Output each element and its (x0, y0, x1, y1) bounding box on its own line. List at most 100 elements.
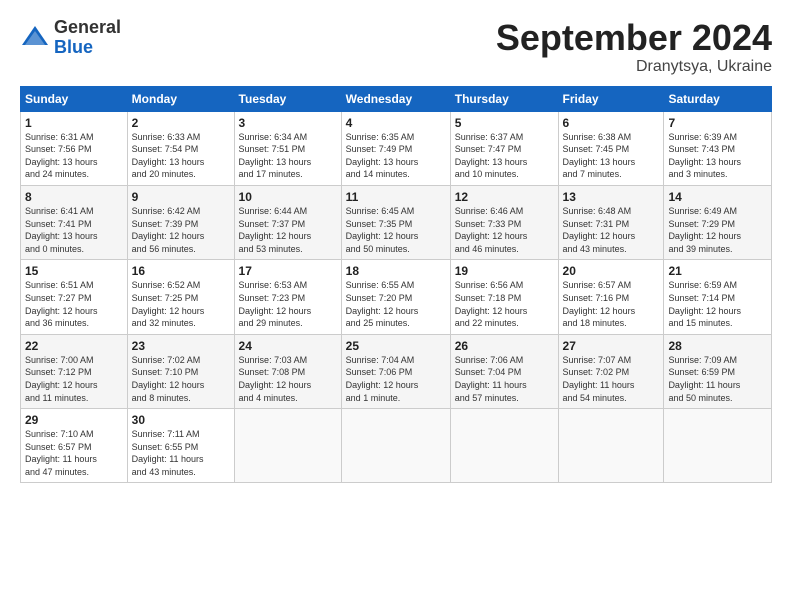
day-number: 24 (239, 339, 337, 353)
day-number: 3 (239, 116, 337, 130)
calendar-cell: 2Sunrise: 6:33 AMSunset: 7:54 PMDaylight… (127, 111, 234, 185)
day-number: 14 (668, 190, 767, 204)
day-info: Sunrise: 7:06 AMSunset: 7:04 PMDaylight:… (455, 354, 554, 404)
calendar-table: Sunday Monday Tuesday Wednesday Thursday… (20, 86, 772, 484)
day-info: Sunrise: 6:34 AMSunset: 7:51 PMDaylight:… (239, 131, 337, 181)
day-info: Sunrise: 6:55 AMSunset: 7:20 PMDaylight:… (346, 279, 446, 329)
day-number: 13 (563, 190, 660, 204)
day-number: 30 (132, 413, 230, 427)
day-number: 5 (455, 116, 554, 130)
calendar-cell: 7Sunrise: 6:39 AMSunset: 7:43 PMDaylight… (664, 111, 772, 185)
calendar-cell: 14Sunrise: 6:49 AMSunset: 7:29 PMDayligh… (664, 185, 772, 259)
calendar-header-row: Sunday Monday Tuesday Wednesday Thursday… (21, 86, 772, 111)
day-info: Sunrise: 7:07 AMSunset: 7:02 PMDaylight:… (563, 354, 660, 404)
calendar-cell: 10Sunrise: 6:44 AMSunset: 7:37 PMDayligh… (234, 185, 341, 259)
calendar-cell: 21Sunrise: 6:59 AMSunset: 7:14 PMDayligh… (664, 260, 772, 334)
day-info: Sunrise: 6:49 AMSunset: 7:29 PMDaylight:… (668, 205, 767, 255)
day-number: 11 (346, 190, 446, 204)
day-info: Sunrise: 6:44 AMSunset: 7:37 PMDaylight:… (239, 205, 337, 255)
day-number: 25 (346, 339, 446, 353)
day-number: 4 (346, 116, 446, 130)
col-thursday: Thursday (450, 86, 558, 111)
calendar-cell: 20Sunrise: 6:57 AMSunset: 7:16 PMDayligh… (558, 260, 664, 334)
day-number: 8 (25, 190, 123, 204)
col-tuesday: Tuesday (234, 86, 341, 111)
day-number: 26 (455, 339, 554, 353)
header: General Blue September 2024 Dranytsya, U… (20, 18, 772, 76)
calendar-cell: 23Sunrise: 7:02 AMSunset: 7:10 PMDayligh… (127, 334, 234, 408)
day-number: 28 (668, 339, 767, 353)
day-info: Sunrise: 6:48 AMSunset: 7:31 PMDaylight:… (563, 205, 660, 255)
calendar-cell (558, 409, 664, 483)
logo-icon (20, 23, 50, 53)
day-info: Sunrise: 7:00 AMSunset: 7:12 PMDaylight:… (25, 354, 123, 404)
calendar-cell: 8Sunrise: 6:41 AMSunset: 7:41 PMDaylight… (21, 185, 128, 259)
day-info: Sunrise: 6:53 AMSunset: 7:23 PMDaylight:… (239, 279, 337, 329)
calendar-cell (664, 409, 772, 483)
day-info: Sunrise: 6:41 AMSunset: 7:41 PMDaylight:… (25, 205, 123, 255)
day-number: 10 (239, 190, 337, 204)
month-title: September 2024 (496, 18, 772, 58)
day-info: Sunrise: 7:11 AMSunset: 6:55 PMDaylight:… (132, 428, 230, 478)
day-number: 12 (455, 190, 554, 204)
day-number: 27 (563, 339, 660, 353)
day-info: Sunrise: 6:39 AMSunset: 7:43 PMDaylight:… (668, 131, 767, 181)
logo-general: General (54, 17, 121, 37)
calendar-cell: 9Sunrise: 6:42 AMSunset: 7:39 PMDaylight… (127, 185, 234, 259)
calendar-cell: 5Sunrise: 6:37 AMSunset: 7:47 PMDaylight… (450, 111, 558, 185)
logo: General Blue (20, 18, 121, 58)
title-block: September 2024 Dranytsya, Ukraine (496, 18, 772, 76)
day-number: 6 (563, 116, 660, 130)
day-number: 15 (25, 264, 123, 278)
day-info: Sunrise: 6:33 AMSunset: 7:54 PMDaylight:… (132, 131, 230, 181)
calendar-cell (450, 409, 558, 483)
calendar-cell: 30Sunrise: 7:11 AMSunset: 6:55 PMDayligh… (127, 409, 234, 483)
col-saturday: Saturday (664, 86, 772, 111)
day-info: Sunrise: 6:57 AMSunset: 7:16 PMDaylight:… (563, 279, 660, 329)
calendar-cell (234, 409, 341, 483)
calendar-cell: 1Sunrise: 6:31 AMSunset: 7:56 PMDaylight… (21, 111, 128, 185)
calendar-cell: 11Sunrise: 6:45 AMSunset: 7:35 PMDayligh… (341, 185, 450, 259)
day-number: 20 (563, 264, 660, 278)
calendar-cell: 28Sunrise: 7:09 AMSunset: 6:59 PMDayligh… (664, 334, 772, 408)
day-info: Sunrise: 6:45 AMSunset: 7:35 PMDaylight:… (346, 205, 446, 255)
day-info: Sunrise: 6:52 AMSunset: 7:25 PMDaylight:… (132, 279, 230, 329)
calendar-cell: 6Sunrise: 6:38 AMSunset: 7:45 PMDaylight… (558, 111, 664, 185)
day-number: 9 (132, 190, 230, 204)
calendar-week-row-1: 1Sunrise: 6:31 AMSunset: 7:56 PMDaylight… (21, 111, 772, 185)
calendar-cell: 12Sunrise: 6:46 AMSunset: 7:33 PMDayligh… (450, 185, 558, 259)
day-number: 23 (132, 339, 230, 353)
calendar-cell: 26Sunrise: 7:06 AMSunset: 7:04 PMDayligh… (450, 334, 558, 408)
location-subtitle: Dranytsya, Ukraine (496, 58, 772, 76)
calendar-week-row-2: 8Sunrise: 6:41 AMSunset: 7:41 PMDaylight… (21, 185, 772, 259)
day-info: Sunrise: 7:04 AMSunset: 7:06 PMDaylight:… (346, 354, 446, 404)
col-monday: Monday (127, 86, 234, 111)
day-info: Sunrise: 6:51 AMSunset: 7:27 PMDaylight:… (25, 279, 123, 329)
logo-text: General Blue (54, 18, 121, 58)
day-info: Sunrise: 6:37 AMSunset: 7:47 PMDaylight:… (455, 131, 554, 181)
day-number: 17 (239, 264, 337, 278)
calendar-week-row-5: 29Sunrise: 7:10 AMSunset: 6:57 PMDayligh… (21, 409, 772, 483)
day-info: Sunrise: 6:35 AMSunset: 7:49 PMDaylight:… (346, 131, 446, 181)
day-number: 29 (25, 413, 123, 427)
calendar-cell: 3Sunrise: 6:34 AMSunset: 7:51 PMDaylight… (234, 111, 341, 185)
day-number: 1 (25, 116, 123, 130)
calendar-cell: 27Sunrise: 7:07 AMSunset: 7:02 PMDayligh… (558, 334, 664, 408)
day-info: Sunrise: 7:10 AMSunset: 6:57 PMDaylight:… (25, 428, 123, 478)
day-info: Sunrise: 6:42 AMSunset: 7:39 PMDaylight:… (132, 205, 230, 255)
calendar-cell: 4Sunrise: 6:35 AMSunset: 7:49 PMDaylight… (341, 111, 450, 185)
day-info: Sunrise: 7:02 AMSunset: 7:10 PMDaylight:… (132, 354, 230, 404)
logo-blue: Blue (54, 37, 93, 57)
day-info: Sunrise: 6:59 AMSunset: 7:14 PMDaylight:… (668, 279, 767, 329)
calendar-cell: 29Sunrise: 7:10 AMSunset: 6:57 PMDayligh… (21, 409, 128, 483)
col-wednesday: Wednesday (341, 86, 450, 111)
page: General Blue September 2024 Dranytsya, U… (0, 0, 792, 612)
day-number: 2 (132, 116, 230, 130)
day-info: Sunrise: 6:31 AMSunset: 7:56 PMDaylight:… (25, 131, 123, 181)
day-number: 7 (668, 116, 767, 130)
day-number: 21 (668, 264, 767, 278)
day-info: Sunrise: 7:03 AMSunset: 7:08 PMDaylight:… (239, 354, 337, 404)
calendar-cell: 13Sunrise: 6:48 AMSunset: 7:31 PMDayligh… (558, 185, 664, 259)
day-number: 18 (346, 264, 446, 278)
day-info: Sunrise: 6:46 AMSunset: 7:33 PMDaylight:… (455, 205, 554, 255)
